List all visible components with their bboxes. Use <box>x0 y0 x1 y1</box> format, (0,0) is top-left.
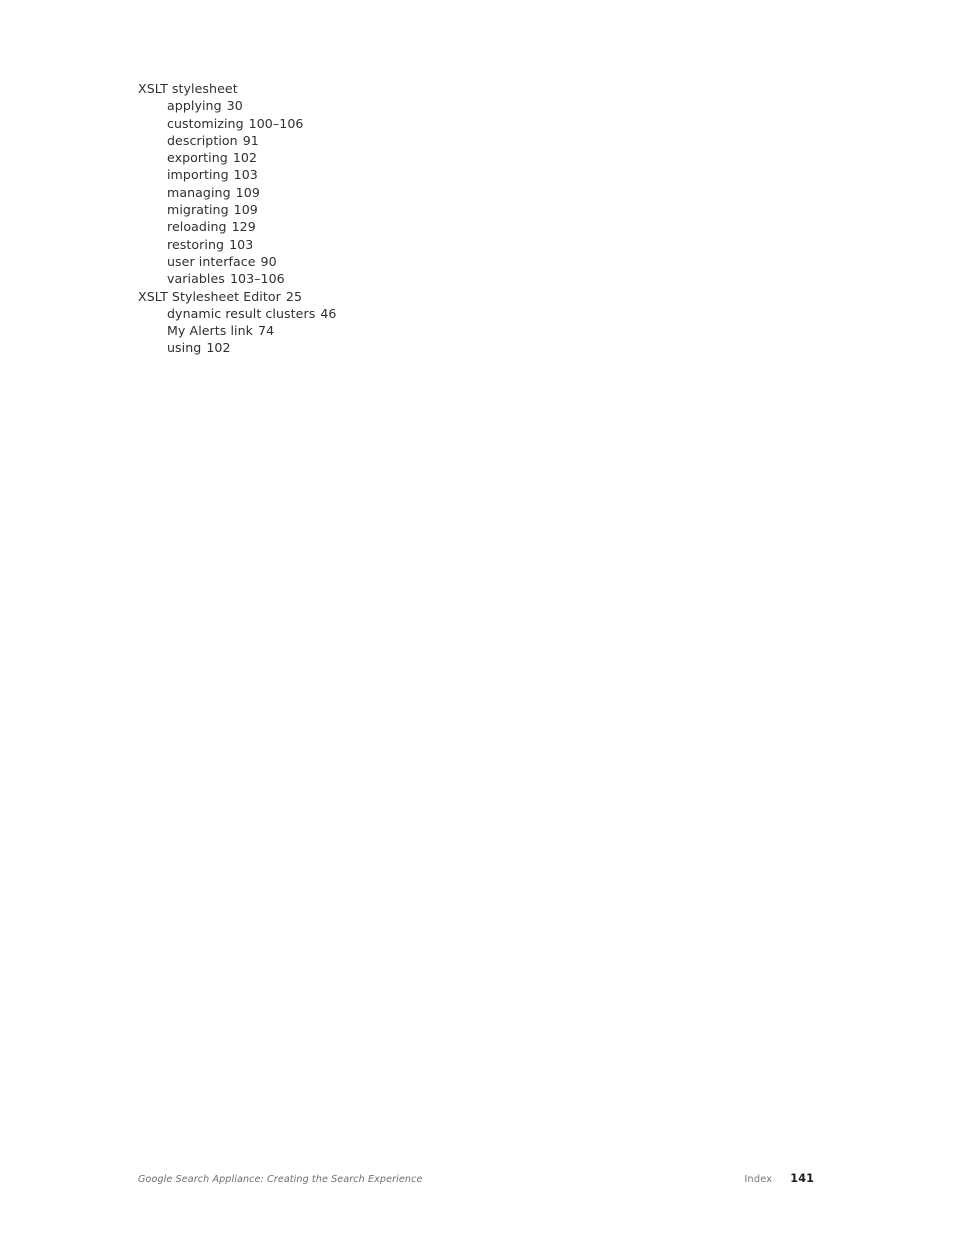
index-entry: customizing 100–106 <box>138 115 798 132</box>
index-entry-term: variables <box>167 271 225 287</box>
index-entry-term: managing <box>167 184 231 200</box>
index-entry-page-reference: 103 <box>233 167 258 183</box>
index-entry-term: My Alerts link <box>167 323 254 339</box>
index-entry: description 91 <box>138 132 798 149</box>
index-entry-page-reference: 91 <box>242 132 259 148</box>
index-entry-term: using <box>167 340 202 356</box>
index-entry-page-reference: 103 <box>229 236 254 252</box>
index-entry-page-reference: 102 <box>232 150 258 166</box>
index-entry: restoring 103 <box>138 236 798 253</box>
index-entry-term: reloading <box>167 219 227 235</box>
index-entry-page-reference: 25 <box>285 288 303 304</box>
index-entry-term: XSLT stylesheet <box>138 81 238 96</box>
index-entry-page-reference: 74 <box>258 323 275 339</box>
index-entry-page-reference: 30 <box>226 98 243 114</box>
footer-right-group: Index 141 <box>744 1172 814 1185</box>
index-entry: using 102 <box>138 339 798 356</box>
index-entry: dynamic result clusters 46 <box>138 305 798 322</box>
index-entry-term: migrating <box>167 202 229 218</box>
index-entry-term: description <box>167 132 238 148</box>
footer-section-label: Index <box>744 1174 773 1185</box>
index-entry-page-reference: 102 <box>206 340 231 356</box>
index-entry-term: XSLT Stylesheet Editor <box>138 288 281 304</box>
index-entry: XSLT stylesheet <box>138 80 798 97</box>
index-page: XSLT stylesheet applying 30 customizing 10… <box>0 0 954 1235</box>
index-entry: applying 30 <box>138 97 798 114</box>
index-entry-page-reference: 129 <box>231 219 256 235</box>
index-entry-list: XSLT stylesheet applying 30 customizing 10… <box>138 80 798 357</box>
index-entry-term: user interface <box>167 253 256 269</box>
index-entry: migrating 109 <box>138 201 798 218</box>
index-entry: importing 103 <box>138 166 798 183</box>
index-entry: My Alerts link 74 <box>138 322 798 339</box>
index-entry-page-reference: 46 <box>320 305 337 321</box>
index-entry: XSLT Stylesheet Editor 25 <box>138 288 798 305</box>
index-entry: reloading 129 <box>138 218 798 235</box>
footer-page-number: 141 <box>790 1172 814 1185</box>
index-entry-term: exporting <box>167 150 228 166</box>
page-footer: Google Search Appliance: Creating the Se… <box>138 1172 814 1192</box>
index-entry: managing 109 <box>138 184 798 201</box>
index-entry: user interface 90 <box>138 253 798 270</box>
footer-document-title: Google Search Appliance: Creating the Se… <box>138 1174 423 1185</box>
index-entry-term: importing <box>167 167 229 183</box>
index-entry-term: dynamic result clusters <box>167 305 316 321</box>
index-entry-term: restoring <box>167 236 225 252</box>
index-entry-page-reference: 109 <box>233 202 258 218</box>
index-entry-page-reference: 109 <box>235 184 260 200</box>
index-entry: variables 103–106 <box>138 270 798 287</box>
index-entry-page-reference: 90 <box>260 253 277 269</box>
index-entry-term: applying <box>167 98 222 114</box>
index-entry-term: customizing <box>167 115 244 131</box>
index-entry: exporting 102 <box>138 149 798 166</box>
index-entry-page-reference: 103–106 <box>229 271 285 287</box>
index-entry-page-reference: 100–106 <box>248 115 304 131</box>
